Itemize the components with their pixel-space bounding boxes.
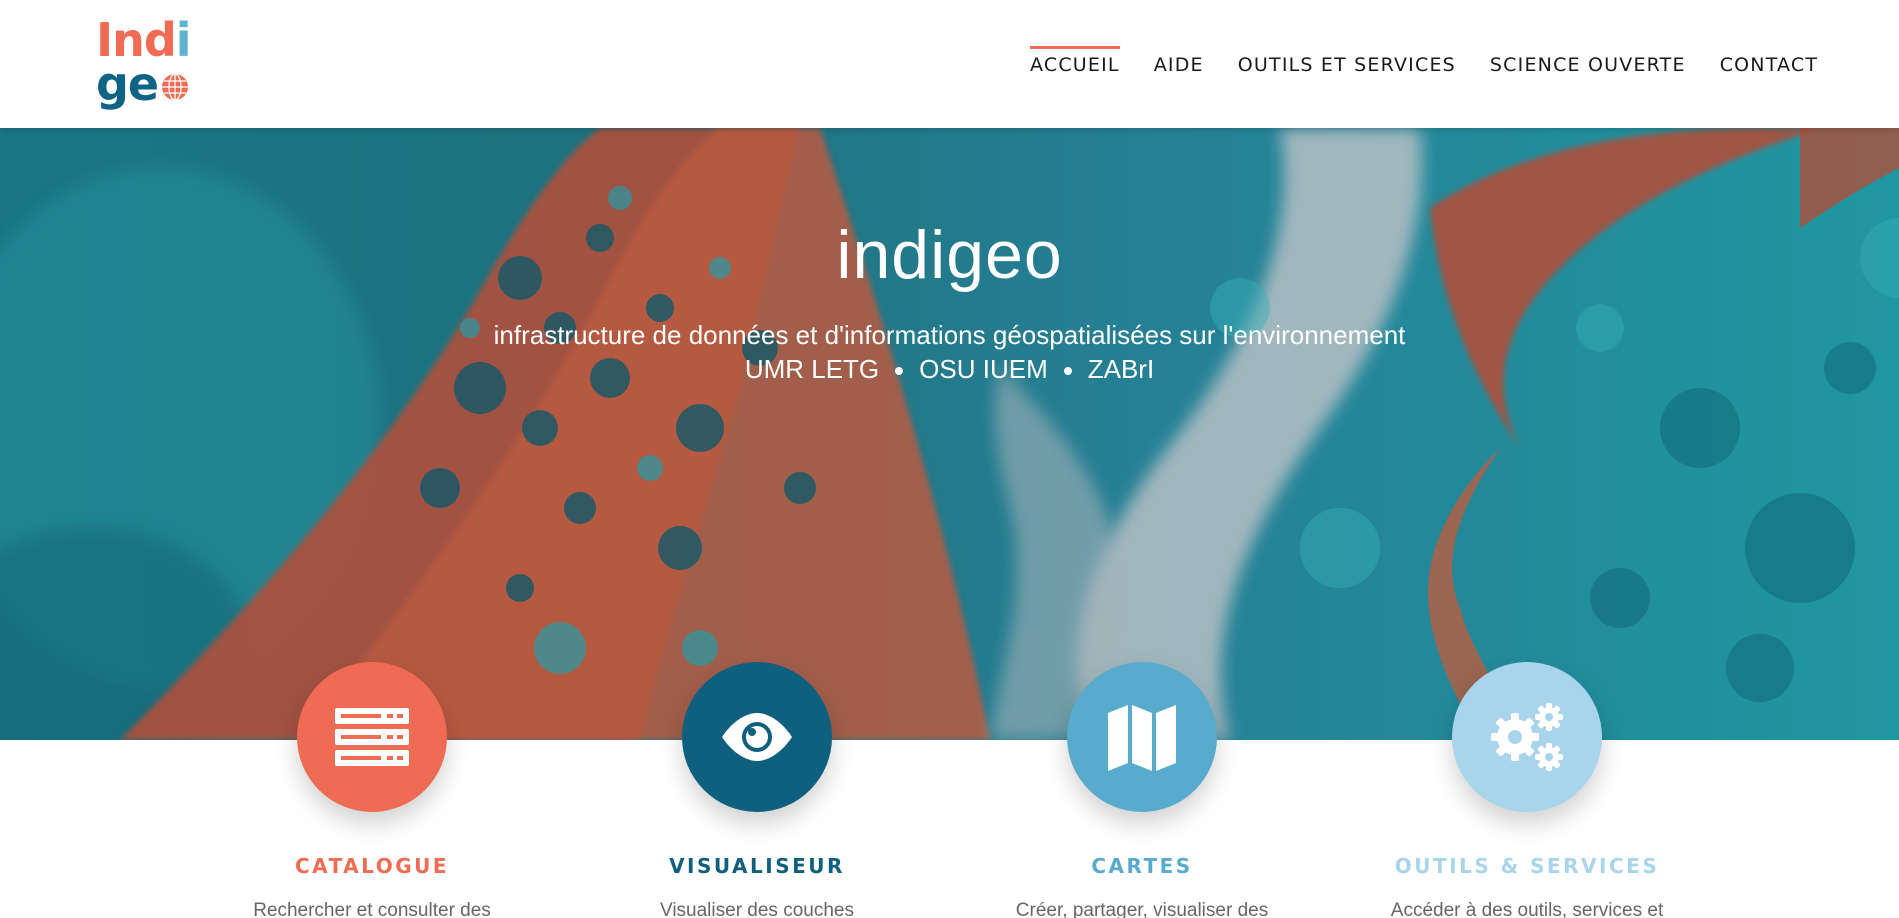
nav-item-accueil[interactable]: ACCUEIL <box>1030 46 1120 76</box>
cartes-circle[interactable] <box>1067 662 1217 812</box>
main-nav: ACCUEIL AIDE OUTILS ET SERVICES SCIENCE … <box>1030 46 1819 76</box>
service-cartes[interactable]: CARTES Créer, partager, visualiser des <box>992 662 1292 918</box>
visualiseur-title[interactable]: VISUALISEUR <box>607 854 907 878</box>
hero-tags: UMR LETG OSU IUEM ZABrI <box>0 354 1899 385</box>
service-outils[interactable]: OUTILS & SERVICES Accéder à des outils, … <box>1377 662 1677 918</box>
map-icon <box>1108 705 1176 771</box>
globe-icon <box>162 73 189 101</box>
eye-icon <box>722 713 792 761</box>
separator-dot <box>895 367 904 376</box>
tag-umr-letg: UMR LETG <box>744 354 880 384</box>
logo-text-b: i <box>175 13 192 67</box>
cartes-title[interactable]: CARTES <box>992 854 1292 878</box>
catalogue-title[interactable]: CATALOGUE <box>222 854 522 878</box>
tag-osu-iuem: OSU IUEM <box>919 354 1048 384</box>
outils-circle[interactable] <box>1452 662 1602 812</box>
service-visualiseur[interactable]: VISUALISEUR Visualiser des couches <box>607 662 907 918</box>
service-catalogue[interactable]: CATALOGUE Rechercher et consulter des <box>222 662 522 918</box>
catalogue-description: Rechercher et consulter des <box>253 900 491 918</box>
gears-icon <box>1491 703 1563 771</box>
hero-subtitle: infrastructure de données et d'informati… <box>493 320 1406 350</box>
logo-line-1: Indi <box>96 17 196 63</box>
outils-description: Accéder à des outils, services et <box>1390 900 1664 918</box>
indigeo-logo[interactable]: Indi ge <box>96 17 196 111</box>
nav-item-outils-et-services[interactable]: OUTILS ET SERVICES <box>1238 48 1456 76</box>
nav-item-aide[interactable]: AIDE <box>1154 48 1204 76</box>
tag-zabri: ZABrI <box>1087 354 1155 384</box>
visualiseur-circle[interactable] <box>682 662 832 812</box>
separator-dot <box>1063 367 1072 376</box>
visualiseur-description: Visualiser des couches <box>660 900 854 918</box>
site-header: Indi ge ACCUEIL AIDE OUTILS ET SERVICES … <box>0 0 1899 128</box>
nav-item-science-ouverte[interactable]: SCIENCE OUVERTE <box>1490 48 1686 76</box>
hero-title: indigeo <box>836 217 1063 293</box>
server-icon <box>335 708 409 766</box>
outils-title[interactable]: OUTILS & SERVICES <box>1377 854 1677 878</box>
logo-text-c: ge <box>96 57 159 111</box>
nav-item-contact[interactable]: CONTACT <box>1720 48 1819 76</box>
cartes-description: Créer, partager, visualiser des <box>1015 900 1269 918</box>
hero-banner: indigeo infrastructure de données et d'i… <box>0 128 1899 740</box>
logo-line-2: ge <box>96 57 196 111</box>
catalogue-circle[interactable] <box>297 662 447 812</box>
